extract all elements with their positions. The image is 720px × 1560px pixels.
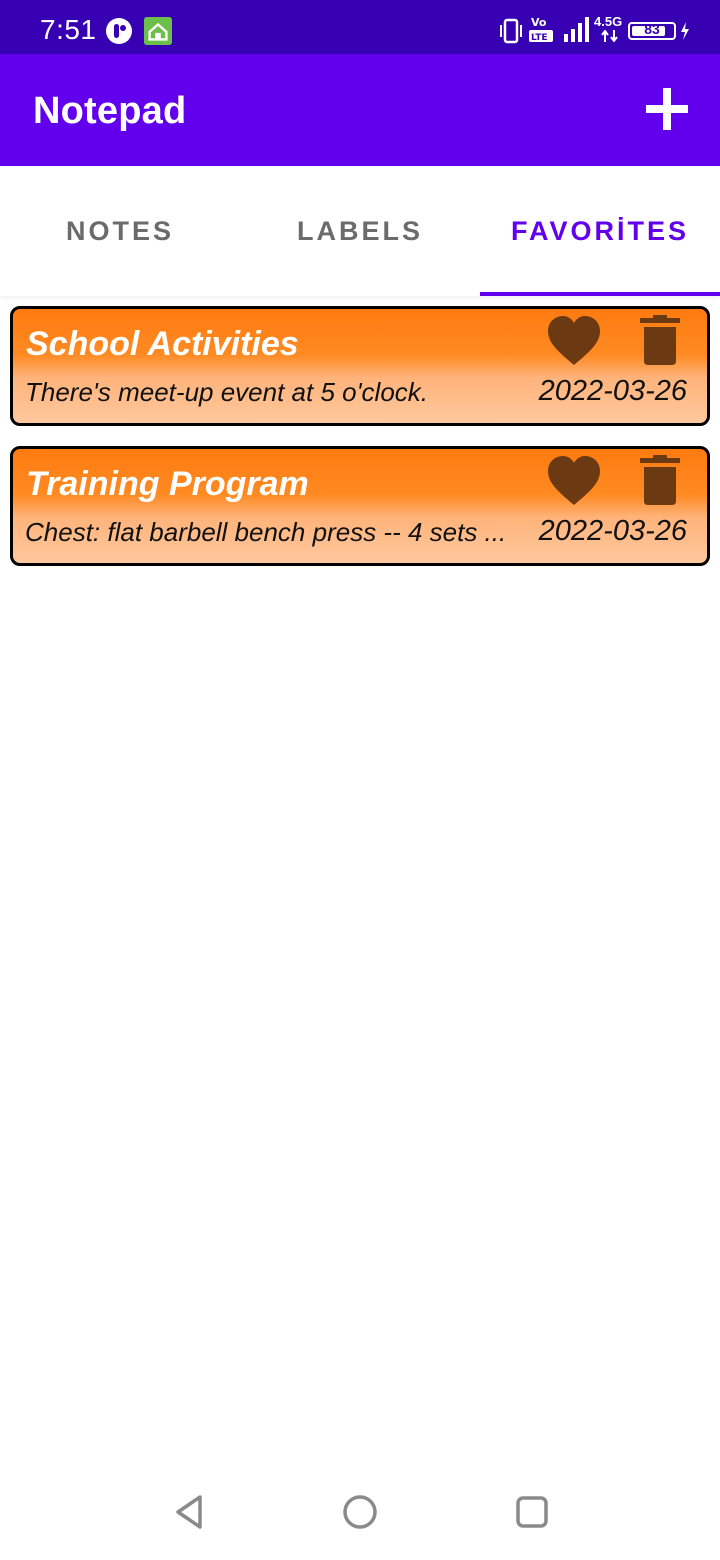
network-type: 4.5G (594, 14, 626, 44)
note-body: Chest: flat barbell bench press -- 4 set… (25, 517, 507, 547)
back-button[interactable] (170, 1492, 210, 1532)
home-button[interactable] (340, 1492, 380, 1532)
note-card[interactable]: Training Program Chest: flat barbell ben… (10, 446, 710, 566)
trash-icon[interactable] (639, 315, 681, 367)
recents-square-icon (516, 1496, 548, 1528)
status-bar: 7:51 Vo LTE 4.5G 83 (0, 0, 720, 54)
add-note-button[interactable] (642, 84, 692, 134)
back-triangle-icon (176, 1495, 202, 1529)
svg-text:LTE: LTE (531, 33, 548, 43)
charging-icon (681, 22, 689, 40)
system-nav-bar (0, 1462, 720, 1560)
data-arrows-icon (601, 30, 618, 42)
plus-icon (646, 88, 688, 130)
heart-icon[interactable] (546, 315, 602, 367)
note-title: School Activities (26, 325, 299, 363)
volte-icon: Vo LTE (529, 16, 553, 43)
recents-button[interactable] (512, 1492, 552, 1532)
trash-icon[interactable] (639, 455, 681, 507)
note-date: 2022-03-26 (538, 515, 687, 547)
tab-indicator (480, 292, 720, 296)
battery-level: 83 (644, 21, 660, 37)
note-title: Training Program (26, 465, 309, 503)
tab-favorites[interactable]: FAVORİTES (480, 166, 720, 296)
note-card[interactable]: School Activities There's meet-up event … (10, 306, 710, 426)
home-app-notification-icon (144, 17, 172, 45)
svg-text:Vo: Vo (531, 16, 547, 29)
status-time: 7:51 (40, 14, 97, 45)
battery-icon: 83 (628, 21, 676, 40)
home-circle-icon (343, 1495, 377, 1529)
app-bar: Notepad (0, 54, 720, 166)
tab-bar: NOTES LABELS FAVORİTES (0, 166, 720, 296)
note-body: There's meet-up event at 5 o'clock. (25, 377, 429, 407)
app-title: Notepad (33, 90, 187, 132)
tab-notes[interactable]: NOTES (0, 166, 240, 296)
heart-icon[interactable] (546, 455, 602, 507)
note-date: 2022-03-26 (538, 375, 687, 407)
tab-labels[interactable]: LABELS (240, 166, 480, 296)
vibrate-icon (500, 18, 522, 44)
signal-icon (564, 17, 589, 42)
app-notification-icon (106, 18, 132, 44)
